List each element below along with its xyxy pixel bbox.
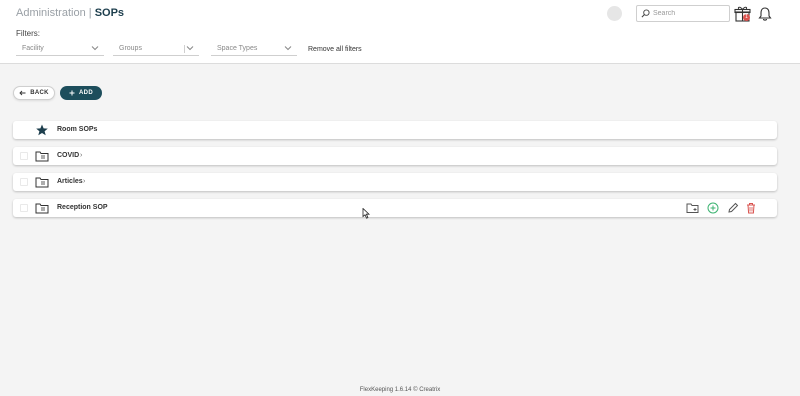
list-item-label: Reception SOP xyxy=(57,204,108,211)
chevron-down-icon xyxy=(91,46,99,51)
groups-select[interactable]: Groups xyxy=(113,42,199,56)
chevron-down-icon xyxy=(284,46,292,51)
space-types-select[interactable]: Space Types xyxy=(211,42,297,56)
groups-select-value: Groups xyxy=(119,45,142,52)
star-icon xyxy=(36,124,48,136)
row-checkbox[interactable] xyxy=(20,204,28,212)
list-item[interactable]: Room SOPs xyxy=(13,121,777,139)
list-item[interactable]: Articles › xyxy=(13,173,777,191)
row-checkbox[interactable] xyxy=(20,178,28,186)
list-item[interactable]: COVID › xyxy=(13,147,777,165)
add-circle-icon[interactable] xyxy=(706,201,720,215)
plus-icon xyxy=(69,90,75,96)
search-box[interactable] xyxy=(636,5,730,22)
chevron-right-icon: › xyxy=(80,152,83,159)
gift-icon[interactable] xyxy=(734,5,752,23)
footer-text: FlexKeeping 1.6.14 © Creatrix xyxy=(359,387,441,393)
edit-pencil-icon[interactable] xyxy=(726,201,740,215)
list-item-label: Articles xyxy=(57,178,83,185)
chevron-right-icon: › xyxy=(83,178,86,185)
notification-badge: 1 xyxy=(743,14,750,21)
select-divider xyxy=(184,45,185,53)
section-title: Administration xyxy=(16,7,86,19)
bell-icon[interactable] xyxy=(757,6,773,22)
title-separator: | xyxy=(88,7,92,19)
add-button[interactable]: ADD xyxy=(60,86,102,100)
facility-select-value: Facility xyxy=(22,45,44,52)
row-checkbox[interactable] xyxy=(20,152,28,160)
mouse-cursor-icon xyxy=(362,208,371,219)
list-item-label: Room SOPs xyxy=(57,126,98,133)
search-icon xyxy=(641,9,650,18)
folder-icon xyxy=(35,177,49,188)
folder-icon xyxy=(35,151,49,162)
chevron-down-icon xyxy=(186,46,194,51)
folder-icon xyxy=(35,203,49,214)
list-item-label: COVID xyxy=(57,152,80,159)
facility-select[interactable]: Facility xyxy=(16,42,104,56)
delete-trash-icon[interactable] xyxy=(744,201,758,215)
chevron-right-icon: › xyxy=(103,204,106,211)
add-button-label: ADD xyxy=(79,90,93,96)
search-input[interactable] xyxy=(653,7,727,20)
add-folder-icon[interactable] xyxy=(686,201,700,215)
list-item[interactable]: Reception SOP › xyxy=(13,199,777,217)
arrow-left-icon xyxy=(19,90,26,96)
back-button[interactable]: BACK xyxy=(13,86,55,100)
page-name: SOPs xyxy=(94,7,125,19)
filters-label: Filters: xyxy=(16,29,40,38)
page-title: Administration | SOPs xyxy=(16,7,124,19)
back-button-label: BACK xyxy=(30,90,49,96)
top-header: Administration | SOPs 1 Filters: Facilit… xyxy=(0,0,800,64)
user-avatar[interactable] xyxy=(607,6,622,21)
row-actions xyxy=(686,201,766,215)
remove-all-filters-link[interactable]: Remove all filters xyxy=(308,46,362,53)
space-types-select-value: Space Types xyxy=(217,45,258,52)
